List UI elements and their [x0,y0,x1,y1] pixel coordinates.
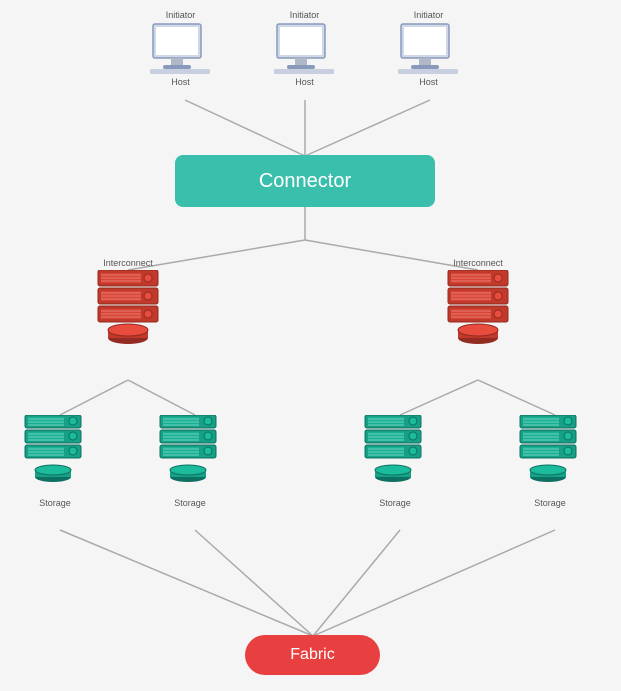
teal-server-2-label: Storage [174,498,206,508]
teal-server-4-label: Storage [534,498,566,508]
connector-box: Connector [175,155,435,207]
teal-server-4-icon [515,415,585,495]
fabric-box: Fabric [245,635,380,675]
connector-label: Connector [259,170,351,193]
teal-server-2-icon [155,415,225,495]
teal-server-3-label: Storage [379,498,411,508]
red-server-right: Interconnect [438,258,518,360]
teal-server-1: Storage [20,415,90,508]
computer-2-top-label: Initiator [290,10,320,20]
red-server-left-icon [88,270,168,360]
teal-server-3-icon [360,415,430,495]
computer-1-top-label: Initiator [166,10,196,20]
computer-1-bottom-label: Host [171,77,190,87]
computer-3-icon [396,22,461,77]
computer-2-icon [272,22,337,77]
computer-2: Initiator Host [272,10,337,89]
computer-2-bottom-label: Host [295,77,314,87]
red-server-right-label: Interconnect [453,258,503,268]
red-server-left-label: Interconnect [103,258,153,268]
teal-server-3: Storage [360,415,430,508]
computer-1-icon [148,22,213,77]
teal-server-2: Storage [155,415,225,508]
teal-server-1-label: Storage [39,498,71,508]
computer-3-bottom-label: Host [419,77,438,87]
red-server-left: Interconnect [88,258,168,360]
red-server-right-icon [438,270,518,360]
network-diagram: Connector Fabric Initiator Host Initiato… [0,0,621,691]
fabric-label: Fabric [290,646,334,664]
computer-1: Initiator Host [148,10,213,89]
computer-3: Initiator Host [396,10,461,89]
teal-server-1-icon [20,415,90,495]
teal-server-4: Storage [515,415,585,508]
computer-3-top-label: Initiator [414,10,444,20]
